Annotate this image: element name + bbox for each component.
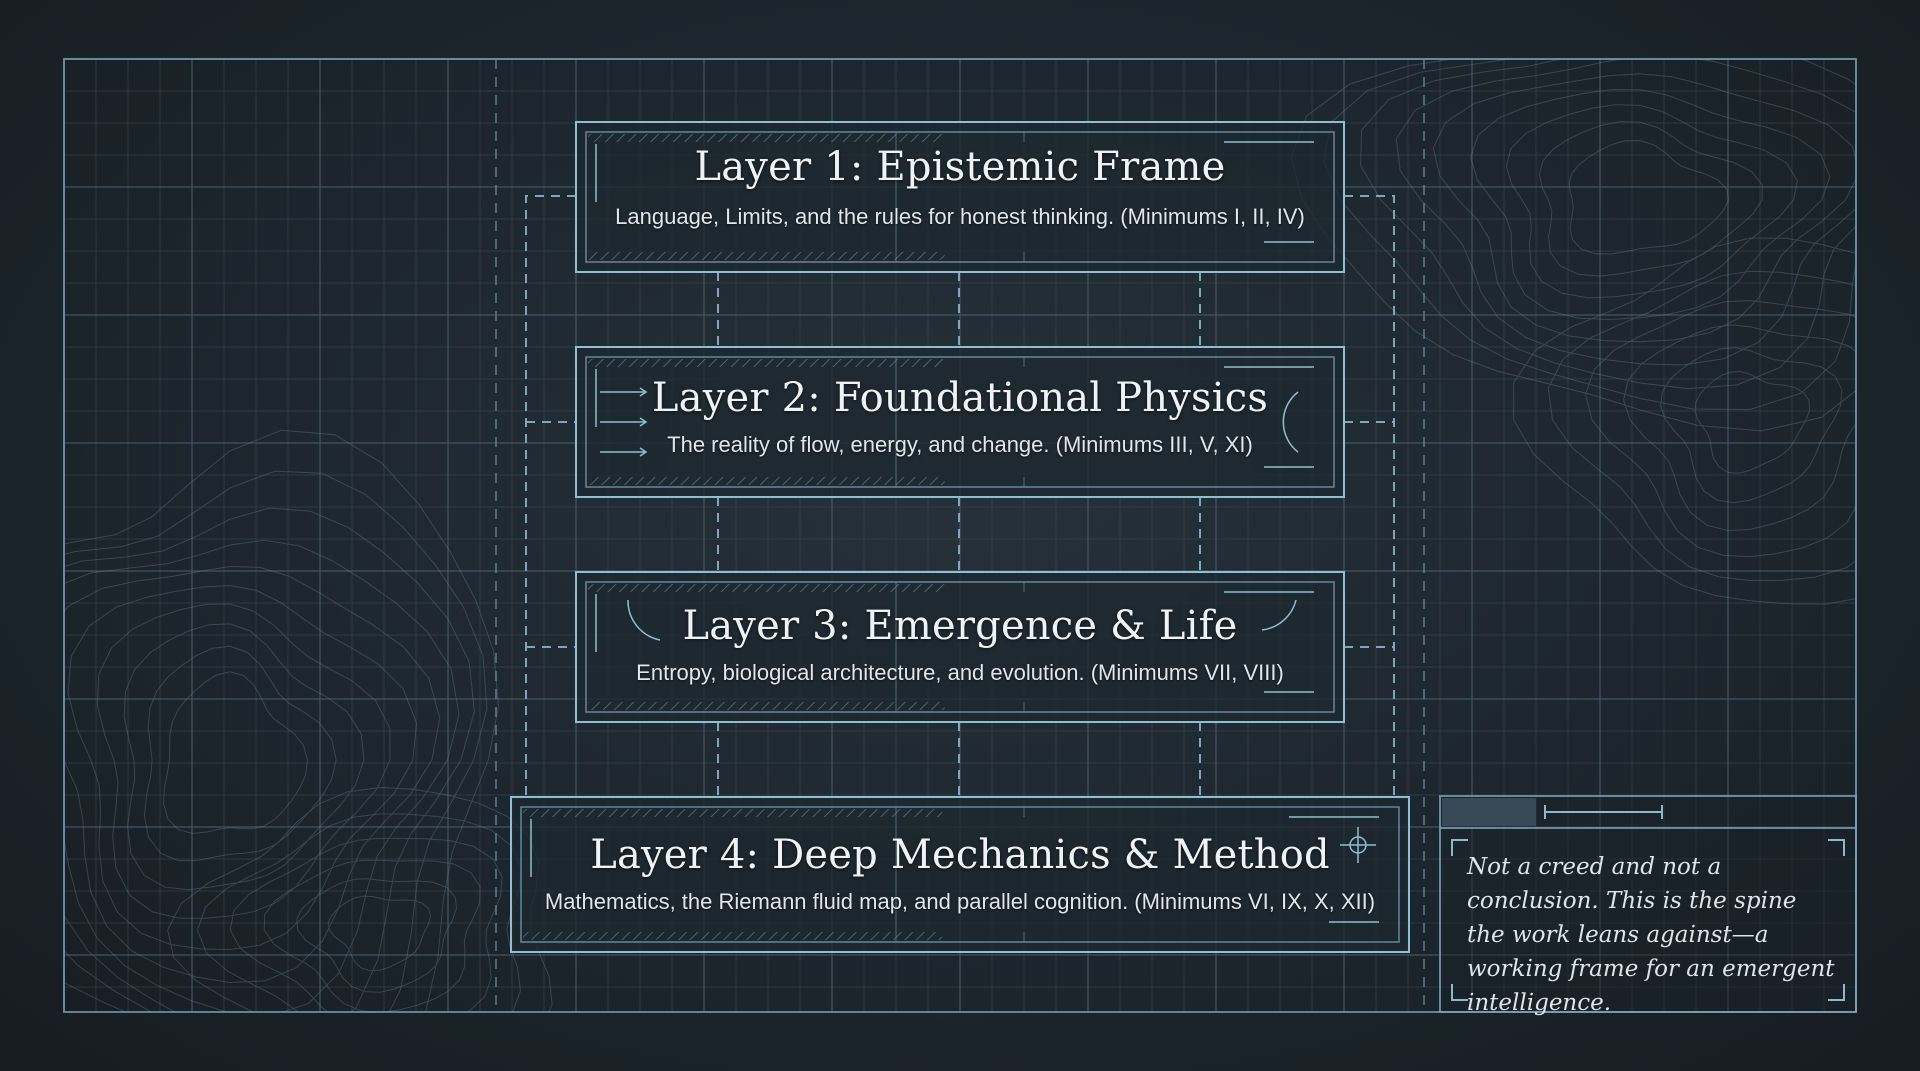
layer-1-title: Layer 1: Epistemic Frame [694, 144, 1226, 190]
layer-2-subtitle: The reality of flow, energy, and change.… [667, 432, 1253, 457]
layer-3-box: Layer 3: Emergence & Life Entropy, biolo… [576, 572, 1344, 722]
layer-2-title: Layer 2: Foundational Physics [651, 375, 1269, 421]
layer-3-subtitle: Entropy, biological architecture, and ev… [636, 660, 1284, 685]
layer-1-box: Layer 1: Epistemic Frame Language, Limit… [576, 122, 1344, 272]
layer-3-title: Layer 3: Emergence & Life [682, 603, 1238, 649]
note-box: Not a creed and not a conclusion. This i… [1443, 836, 1853, 1016]
layer-2-box: Layer 2: Foundational Physics The realit… [576, 347, 1344, 497]
layer-4-box: Layer 4: Deep Mechanics & Method Mathema… [511, 797, 1409, 952]
note-text: Not a creed and not a conclusion. This i… [1467, 854, 1835, 1016]
layer-4-title: Layer 4: Deep Mechanics & Method [590, 832, 1330, 878]
layer-4-subtitle: Mathematics, the Riemann fluid map, and … [544, 889, 1376, 914]
blueprint-background: Layer 1: Epistemic Frame Language, Limit… [0, 0, 1920, 1071]
layer-1-subtitle: Language, Limits, and the rules for hone… [615, 204, 1305, 229]
